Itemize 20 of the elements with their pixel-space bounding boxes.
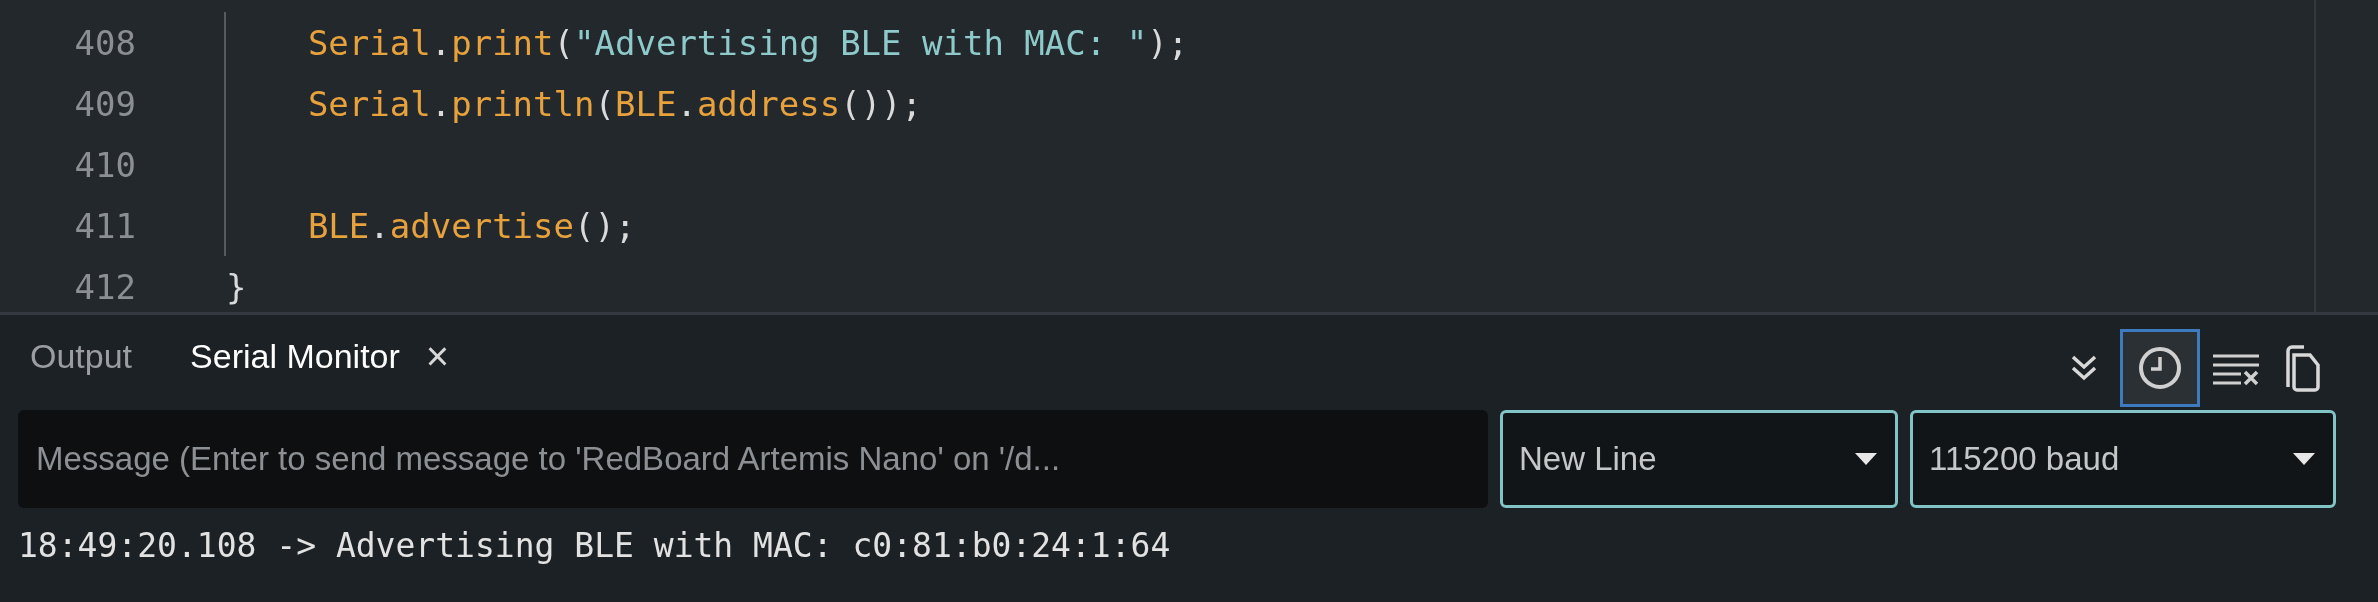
line-number: 408 bbox=[73, 22, 136, 63]
caret-icon bbox=[2293, 453, 2315, 465]
line-ending-dropdown[interactable]: New Line bbox=[1500, 410, 1898, 508]
clock-icon[interactable] bbox=[2120, 329, 2200, 407]
line-number: 412 bbox=[73, 266, 136, 307]
panel-tab[interactable]: Output bbox=[0, 312, 163, 397]
line-number: 410 bbox=[73, 144, 136, 185]
code-line: Serial.println(BLE.address()); bbox=[306, 83, 923, 124]
baud-rate-dropdown[interactable]: 115200 baud bbox=[1910, 410, 2336, 508]
caret-icon bbox=[1855, 453, 1877, 465]
close-icon[interactable]: × bbox=[425, 333, 450, 379]
code-line: } bbox=[226, 266, 247, 307]
panel-tab[interactable]: Serial Monitor × bbox=[162, 312, 480, 397]
serial-output-line: 18:49:20.108 -> Advertising BLE with MAC: c0:81:b0:24:1:64 bbox=[18, 526, 1172, 565]
code-editor[interactable]: 408 Serial.print("Advertising BLE with MAC: "); 409 Serial.println(BLE.address()); 410 411 BLE.advertise(); 412 } bbox=[0, 0, 2378, 315]
line-number: 409 bbox=[73, 83, 136, 124]
line-number: 411 bbox=[73, 205, 136, 246]
message-field[interactable]: Message (Enter to send message to 'RedBoard Artemis Nano' on '/d... bbox=[18, 410, 1488, 508]
code-line: BLE.advertise(); bbox=[306, 205, 636, 246]
code-line: Serial.print("Advertising BLE with MAC: "); bbox=[306, 22, 1189, 63]
